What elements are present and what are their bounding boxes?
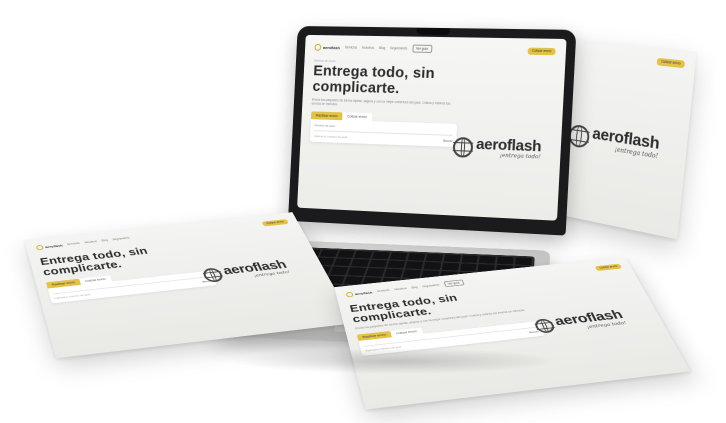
keyboard-key (515, 257, 532, 266)
keyboard-key (402, 269, 421, 278)
cta-button[interactable]: Cotizar envío (261, 218, 289, 227)
laptop-screen: aeroflash Servicios Nosotros Blog Seguim… (297, 34, 567, 221)
laptop-lid: aeroflash Servicios Nosotros Blog Seguim… (288, 25, 577, 236)
nav-link[interactable]: Seguimiento (112, 236, 130, 241)
keyboard-key (459, 263, 478, 272)
brand-name: aeroflash (354, 290, 373, 296)
keyboard-key (423, 261, 442, 271)
cta-button[interactable]: Cotizar envío (594, 263, 622, 271)
keyboard-key (389, 252, 408, 261)
tracking-row: Ingresa tu número de guía Buscar (313, 130, 453, 144)
keyboard-key (425, 253, 443, 262)
nav-link[interactable]: Blog (379, 46, 385, 50)
keyboard-key (441, 262, 460, 271)
floor-shadow (230, 348, 560, 374)
nav-link[interactable]: Nosotros (362, 46, 374, 50)
mockup-scene: aeroflash Servicios Nosotros Seguimiento… (0, 0, 726, 423)
keyboard-key (371, 251, 391, 260)
tracking-input[interactable]: Ingresa tu número de guía (54, 292, 91, 299)
keyboard-key (369, 259, 388, 268)
brand-logo-icon (345, 291, 354, 298)
keyboard-key (405, 261, 424, 270)
brand-logo-icon (35, 244, 44, 251)
globe-icon (452, 136, 474, 158)
brand[interactable]: aeroflash (35, 242, 63, 251)
page-description: Envía tus paquetes de forma rápida, segu… (311, 97, 451, 107)
page-laptop: aeroflash Servicios Nosotros Blog Seguim… (297, 35, 567, 221)
keyboard-key (319, 249, 338, 258)
keyboard-key (443, 254, 461, 263)
nav-link[interactable]: Nosotros (84, 240, 97, 244)
brand[interactable]: aeroflash (314, 43, 341, 51)
keyboard-key (351, 259, 370, 268)
nav-link[interactable]: Seguimiento (390, 46, 407, 50)
nav-link[interactable]: Blog (411, 286, 418, 289)
keyboard-key (336, 250, 356, 258)
keyboard-key (365, 268, 385, 277)
keyboard-key (479, 255, 497, 264)
nav-link[interactable]: Servicios (345, 45, 358, 49)
cta-button[interactable]: Cotizar envío (527, 47, 556, 55)
nav-link[interactable]: Blog (101, 239, 108, 242)
tab-quote[interactable]: Cotizar envío (342, 112, 372, 122)
keyboard-key (347, 267, 367, 276)
brand-name: aeroflash (322, 44, 341, 50)
keyboard-key (333, 258, 353, 267)
keyboard-key (387, 260, 406, 269)
keyboard-key (407, 253, 426, 261)
nav-link[interactable]: Nosotros (394, 287, 407, 291)
brand[interactable]: aeroflash (345, 289, 373, 298)
keyboard-key (354, 250, 373, 259)
aeroflash-logo: aeroflash ¡entrega todo! (200, 258, 291, 284)
tracking-input[interactable]: Ingresa tu número de guía (314, 134, 348, 139)
nav-link[interactable]: Servicios (377, 289, 390, 293)
brand-name: aeroflash (44, 243, 63, 249)
brand-logo-icon (314, 43, 322, 51)
nav-link[interactable]: Seguimiento (422, 283, 440, 288)
tab-track[interactable]: Rastrear envío (310, 111, 343, 121)
cta-button[interactable]: Cotizar envío (656, 57, 686, 68)
search-button[interactable]: Buscar (443, 139, 452, 143)
keyboard-key (329, 266, 349, 275)
keyboard-key (497, 256, 514, 265)
keyboard-key (461, 255, 479, 264)
aeroflash-logo: aeroflash ¡entrega todo! (567, 123, 660, 160)
guide-button[interactable]: Ver guía (412, 44, 432, 53)
keyboard-key (384, 268, 403, 278)
camera-notch (416, 27, 451, 36)
tracking-form: Número de guía Ingresa tu número de guía… (309, 119, 458, 148)
logo-word: aeroflash (475, 135, 542, 156)
guide-button[interactable]: Ver guía (443, 279, 465, 288)
nav-bar: aeroflash Servicios Nosotros Blog Seguim… (314, 41, 556, 57)
nav-link[interactable]: Servicios (67, 242, 80, 246)
aeroflash-logo: aeroflash ¡entrega todo! (452, 135, 542, 160)
